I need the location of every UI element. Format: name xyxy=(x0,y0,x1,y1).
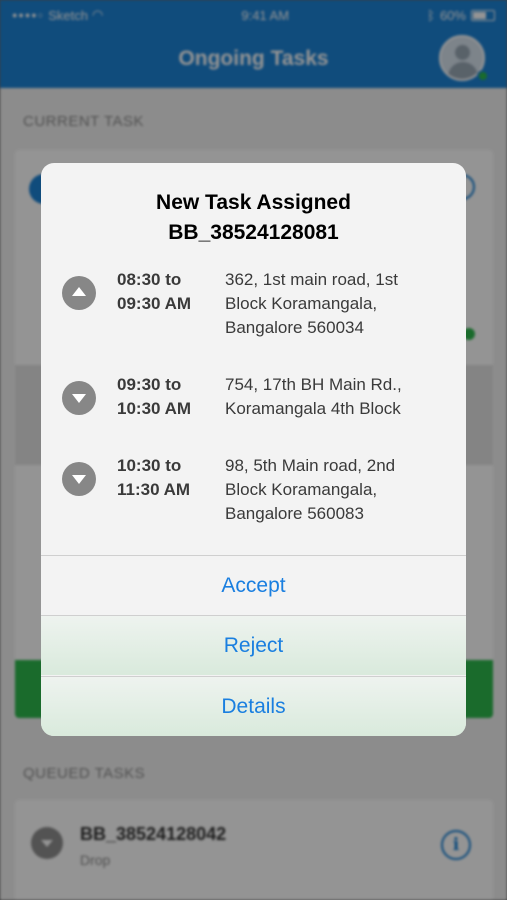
task-time: 10:30 to 11:30 AM xyxy=(117,456,191,499)
details-button[interactable]: Details xyxy=(41,676,466,736)
task-address: 98, 5th Main road, 2nd Block Koramangala… xyxy=(225,456,396,523)
alert-task-row: 10:30 to 11:30 AM 98, 5th Main road, 2nd… xyxy=(41,454,466,534)
alert-title-task-id: BB_38524128081 xyxy=(168,221,339,244)
alert-title: New Task Assigned BB_38524128081 xyxy=(41,188,466,248)
alert-title-line1: New Task Assigned xyxy=(156,191,351,214)
task-time: 08:30 to 09:30 AM xyxy=(117,270,192,313)
task-time: 09:30 to 10:30 AM xyxy=(117,375,192,418)
pickup-arrow-icon xyxy=(62,276,96,310)
task-address: 362, 1st main road, 1st Block Koramangal… xyxy=(225,270,398,337)
alert-task-row: 09:30 to 10:30 AM 754, 17th BH Main Rd.,… xyxy=(41,373,466,453)
new-task-alert: New Task Assigned BB_38524128081 08:30 t… xyxy=(41,163,466,736)
alert-task-row: 08:30 to 09:30 AM 362, 1st main road, 1s… xyxy=(41,268,466,348)
accept-button[interactable]: Accept xyxy=(41,555,466,615)
reject-button[interactable]: Reject xyxy=(41,615,466,675)
task-address: 754, 17th BH Main Rd., Koramangala 4th B… xyxy=(225,375,402,418)
drop-arrow-icon xyxy=(62,462,96,496)
drop-arrow-icon xyxy=(62,381,96,415)
